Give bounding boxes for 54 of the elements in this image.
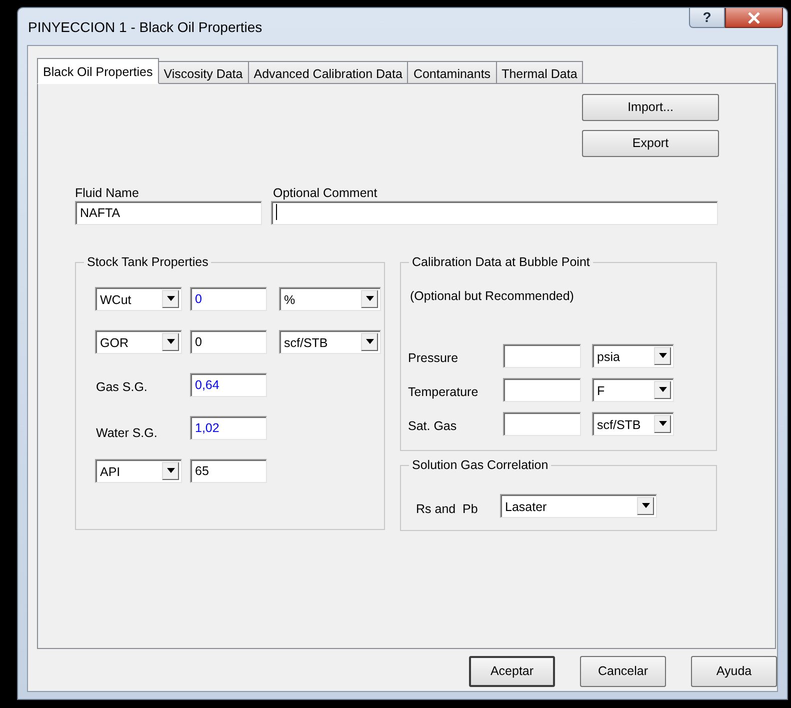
- tab[interactable]: Viscosity Data: [158, 61, 249, 83]
- input-field[interactable]: [503, 344, 581, 368]
- dialog-button[interactable]: Aceptar: [469, 656, 555, 687]
- input-field[interactable]: 1,02: [190, 416, 267, 440]
- tab[interactable]: Black Oil Properties: [37, 58, 159, 84]
- dropdown[interactable]: scf/STB: [592, 412, 674, 436]
- field-label: Rs and Pb: [416, 500, 478, 518]
- field-label: Water S.G.: [96, 424, 158, 442]
- group-title: Solution Gas Correlation: [411, 459, 550, 472]
- close-icon: [747, 12, 761, 24]
- caret-icon: [166, 339, 174, 344]
- caret-icon: [658, 353, 666, 358]
- dropdown[interactable]: scf/STB: [279, 330, 381, 354]
- field-label: Pressure: [408, 350, 458, 366]
- caret-icon: [642, 503, 650, 508]
- dropdown[interactable]: API: [95, 458, 182, 482]
- input-field[interactable]: [503, 412, 581, 436]
- field-label: Fluid Name: [75, 185, 139, 202]
- group-title: Calibration Data at Bubble Point: [411, 256, 591, 268]
- dropdown[interactable]: GOR: [95, 330, 182, 354]
- tab[interactable]: Thermal Data: [496, 61, 584, 83]
- input-field[interactable]: [503, 378, 581, 402]
- input-field[interactable]: 65: [190, 458, 267, 482]
- field-label: (Optional but Recommended): [410, 288, 574, 305]
- caret-icon: [166, 468, 174, 473]
- dialog-button[interactable]: Ayuda: [691, 656, 777, 687]
- dropdown[interactable]: WCut: [95, 286, 182, 310]
- input-field[interactable]: 0: [190, 286, 267, 310]
- help-button[interactable]: ?: [689, 8, 725, 28]
- field-label: Sat. Gas: [408, 418, 457, 434]
- close-button[interactable]: [725, 8, 783, 28]
- caret-icon: [366, 296, 374, 301]
- caret-icon: [658, 387, 666, 392]
- caret-icon: [658, 421, 666, 426]
- tab[interactable]: Contaminants: [407, 61, 497, 83]
- input-field[interactable]: NAFTA: [75, 201, 262, 225]
- group-title: Stock Tank Properties: [86, 256, 210, 268]
- caret-icon: [366, 339, 374, 344]
- input-field[interactable]: [271, 201, 718, 225]
- dropdown[interactable]: psia: [592, 344, 674, 368]
- field-label: Gas S.G.: [96, 378, 148, 396]
- tab[interactable]: Advanced Calibration Data: [248, 61, 408, 83]
- dropdown[interactable]: Lasater: [500, 494, 657, 518]
- field-label: Temperature: [408, 384, 478, 401]
- field-label: Optional Comment: [273, 185, 378, 202]
- import-button[interactable]: Import...: [582, 94, 719, 121]
- dropdown[interactable]: %: [279, 286, 381, 310]
- input-field[interactable]: 0,64: [190, 372, 267, 396]
- window-title: PINYECCION 1 - Black Oil Properties: [28, 18, 262, 37]
- dialog-button[interactable]: Cancelar: [580, 656, 666, 687]
- export-button[interactable]: Export: [582, 130, 719, 157]
- caret-icon: [166, 296, 174, 301]
- input-field[interactable]: 0: [190, 330, 267, 354]
- dropdown[interactable]: F: [592, 378, 674, 402]
